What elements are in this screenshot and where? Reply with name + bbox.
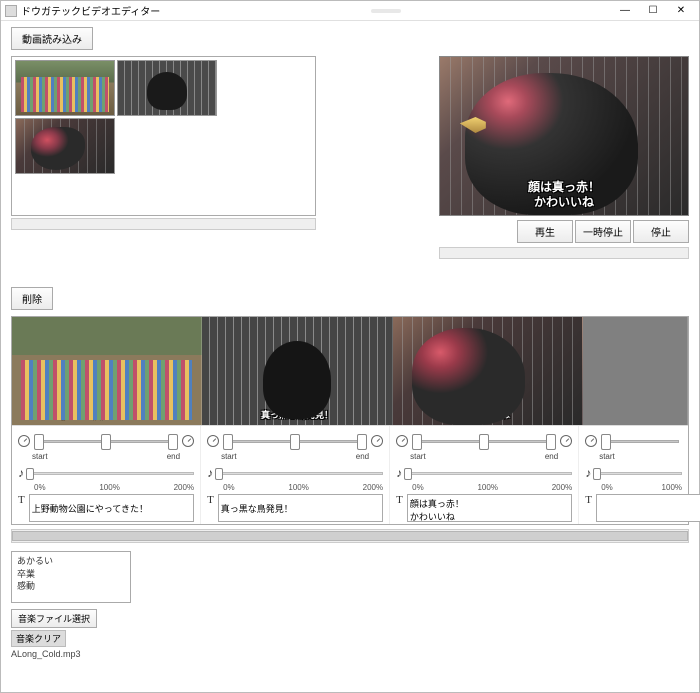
clock-icon <box>182 435 194 447</box>
clip-overlay-text: 真っ黒な鳥発見！ <box>202 411 391 421</box>
load-video-button[interactable]: 動画読み込み <box>11 27 93 50</box>
pause-button[interactable]: 一時停止 <box>575 220 631 243</box>
window-titlebar: ドウガテックビデオエディター — ☐ ✕ <box>1 1 699 21</box>
audio-filename: ALong_Cold.mp3 <box>11 649 689 659</box>
timeline-scrollbar[interactable] <box>11 529 689 543</box>
clock-icon <box>371 435 383 447</box>
clock-icon <box>207 435 219 447</box>
volume-icon: ♪ <box>585 467 591 479</box>
volume-thumb[interactable] <box>26 468 34 480</box>
text-icon: T <box>585 494 592 506</box>
maximize-button[interactable]: ☐ <box>639 2 667 20</box>
volume-thumb[interactable] <box>404 468 412 480</box>
play-button[interactable]: 再生 <box>517 220 573 243</box>
clock-icon <box>18 435 30 447</box>
trim-handle-start[interactable] <box>412 434 422 450</box>
vol-label: 0% <box>601 483 613 492</box>
clip-overlay-text: 上野動物公園にやってきた！ <box>12 411 201 421</box>
clip-bin[interactable] <box>11 56 316 216</box>
trim-start-label: start <box>599 452 615 461</box>
trim-start-label: start <box>410 452 426 461</box>
timeline: 上野動物公園にやってきた！ 真っ黒な鳥発見！ 顔は真っ赤！ かわいいね <box>11 316 689 525</box>
volume-icon: ♪ <box>207 467 213 479</box>
tag-item[interactable]: 感動 <box>17 580 125 593</box>
clip-thumb[interactable] <box>15 60 115 116</box>
volume-thumb[interactable] <box>593 468 601 480</box>
caption-input[interactable] <box>218 494 383 522</box>
trim-handle-start[interactable] <box>601 434 611 450</box>
trim-handle-end[interactable] <box>357 434 367 450</box>
audio-select-button[interactable]: 音楽ファイル選択 <box>11 609 97 628</box>
tag-list[interactable]: あかるい 卒業 感動 <box>11 551 131 603</box>
trim-start-label: start <box>221 452 237 461</box>
trim-slider[interactable] <box>413 440 555 443</box>
trim-handle-end[interactable] <box>168 434 178 450</box>
volume-icon: ♪ <box>18 467 24 479</box>
trim-end-label: end <box>167 452 180 461</box>
audio-clear-button[interactable]: 音楽クリア <box>11 630 66 647</box>
clock-icon <box>585 435 597 447</box>
volume-slider[interactable] <box>217 472 383 475</box>
vol-label: 0% <box>412 483 424 492</box>
volume-slider[interactable] <box>28 472 194 475</box>
trim-slider[interactable] <box>224 440 366 443</box>
volume-icon: ♪ <box>396 467 402 479</box>
caption-input[interactable] <box>29 494 194 522</box>
vol-label: 100% <box>99 483 119 492</box>
trim-handle-mid[interactable] <box>101 434 111 450</box>
vol-label: 100% <box>477 483 497 492</box>
vol-label: 100% <box>288 483 308 492</box>
vol-label: 200% <box>363 483 383 492</box>
vol-label: 0% <box>223 483 235 492</box>
trim-end-label: end <box>356 452 369 461</box>
trim-start-label: start <box>32 452 48 461</box>
preview-viewport[interactable]: 顔は真っ赤！ かわいいね <box>439 56 689 216</box>
caption-input[interactable] <box>596 494 700 522</box>
clock-icon <box>396 435 408 447</box>
window-title: ドウガテックビデオエディター <box>21 3 160 18</box>
vol-label: 200% <box>174 483 194 492</box>
trim-handle-start[interactable] <box>223 434 233 450</box>
clip-thumb[interactable] <box>117 60 217 116</box>
trim-slider[interactable] <box>602 440 679 443</box>
timeline-clip[interactable]: 真っ黒な鳥発見！ <box>202 317 392 425</box>
preview-progress[interactable] <box>439 247 689 259</box>
text-icon: T <box>207 494 214 506</box>
clock-icon <box>560 435 572 447</box>
timeline-clip-empty[interactable] <box>583 317 688 425</box>
text-icon: T <box>396 494 403 506</box>
timeline-clip[interactable]: 上野動物公園にやってきた！ <box>12 317 202 425</box>
clip-bin-scrollbar[interactable] <box>11 218 316 230</box>
timeline-clip[interactable]: 顔は真っ赤！ かわいいね <box>393 317 583 425</box>
volume-thumb[interactable] <box>215 468 223 480</box>
vol-label: 200% <box>552 483 572 492</box>
app-icon <box>5 5 17 17</box>
trim-handle-mid[interactable] <box>290 434 300 450</box>
delete-button[interactable]: 削除 <box>11 287 53 310</box>
trim-end-label: end <box>545 452 558 461</box>
trim-handle-mid[interactable] <box>479 434 489 450</box>
titlebar-handle[interactable] <box>371 9 401 13</box>
caption-input[interactable] <box>407 494 572 522</box>
trim-slider[interactable] <box>35 440 177 443</box>
tag-item[interactable]: 卒業 <box>17 568 125 581</box>
vol-label: 100% <box>662 483 682 492</box>
text-icon: T <box>18 494 25 506</box>
volume-slider[interactable] <box>595 472 682 475</box>
vol-label: 0% <box>34 483 46 492</box>
stop-button[interactable]: 停止 <box>633 220 689 243</box>
minimize-button[interactable]: — <box>611 2 639 20</box>
clip-overlay-text: 顔は真っ赤！ かわいいね <box>393 401 582 421</box>
trim-handle-end[interactable] <box>546 434 556 450</box>
close-button[interactable]: ✕ <box>667 2 695 20</box>
volume-slider[interactable] <box>406 472 572 475</box>
trim-handle-start[interactable] <box>34 434 44 450</box>
scrollbar-thumb[interactable] <box>12 531 688 541</box>
clip-thumb[interactable] <box>15 118 115 174</box>
preview-subtitle: 顔は真っ赤！ かわいいね <box>440 180 688 209</box>
tag-item[interactable]: あかるい <box>17 555 125 568</box>
